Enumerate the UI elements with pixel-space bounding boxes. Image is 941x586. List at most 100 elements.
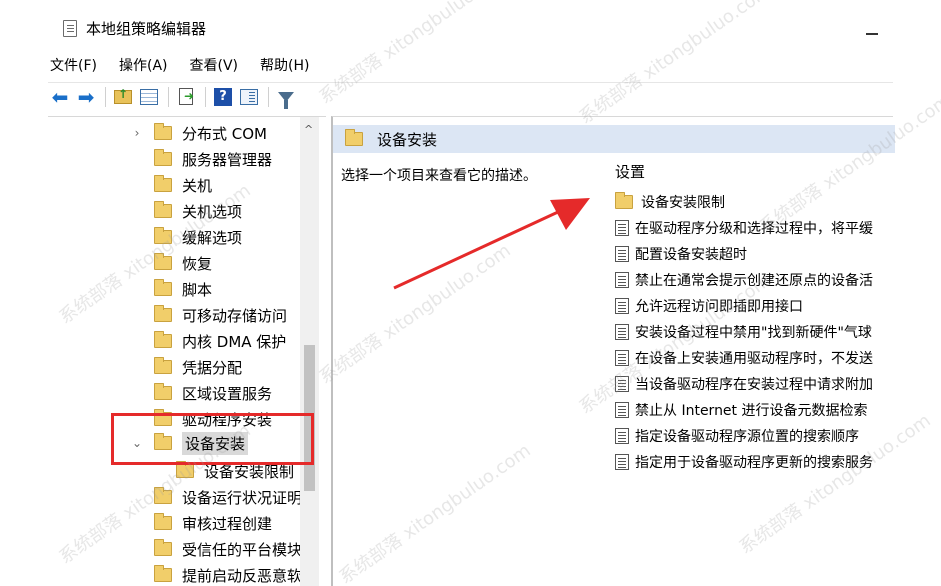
toolbar: ⬅ ➡ ? <box>48 82 893 110</box>
tree-item-mitigation-options[interactable]: 缓解选项 <box>154 224 242 250</box>
tree-item-device-health-attestation[interactable]: 设备运行状况证明 <box>154 484 302 510</box>
tree-item-label: 分布式 COM <box>182 124 267 143</box>
tree-item-scripts[interactable]: 脚本 <box>154 276 212 302</box>
setting-item[interactable]: 指定设备驱动程序源位置的搜索顺序 <box>613 423 895 449</box>
tree-item-kernel-dma-protection[interactable]: 内核 DMA 保护 <box>154 328 286 354</box>
folder-icon <box>154 513 172 530</box>
tree-item-removable-storage[interactable]: 可移动存储访问 <box>154 302 287 328</box>
folder-icon <box>154 227 172 244</box>
tree-item-label: 缓解选项 <box>182 228 243 247</box>
tree-item-label: 关机 <box>182 176 213 195</box>
tree-item-shutdown[interactable]: 关机 <box>154 172 212 198</box>
folder-icon <box>154 383 172 400</box>
annotation-arrow-shaft <box>393 210 559 290</box>
folder-icon <box>154 175 172 192</box>
details-pane: 设备安装 选择一个项目来查看它的描述。 设置 设备安装限制 在驱动程序分级和选择… <box>331 116 895 586</box>
setting-item-label: 指定用于设备驱动程序更新的搜索服务 <box>635 455 873 471</box>
settings-column-header[interactable]: 设置 <box>615 161 645 182</box>
tree-item-credentials-delegation[interactable]: 凭据分配 <box>154 354 242 380</box>
toolbar-separator <box>268 86 269 107</box>
tree-item-audit-process-creation[interactable]: 审核过程创建 <box>154 510 272 536</box>
scroll-up-arrow-icon[interactable]: ^ <box>304 123 313 136</box>
setting-item[interactable]: 允许远程访问即插即用接口 <box>613 293 895 319</box>
menu-help[interactable]: 帮助(H) <box>258 52 311 76</box>
filter-button[interactable] <box>274 85 298 109</box>
tree-item-label: 凭据分配 <box>182 358 243 377</box>
menu-view[interactable]: 查看(V) <box>188 52 241 76</box>
tree-item-server-manager[interactable]: 服务器管理器 <box>154 146 272 172</box>
menu-file[interactable]: 文件(F) <box>48 52 99 76</box>
setting-item[interactable]: 禁止从 Internet 进行设备元数据检索 <box>613 397 895 423</box>
policy-setting-icon <box>615 376 629 392</box>
toolbar-separator <box>105 86 106 107</box>
tree-item-distributed-com[interactable]: › 分布式 COM <box>130 120 267 146</box>
up-folder-icon <box>114 87 132 104</box>
extended-view-icon <box>240 88 258 105</box>
setting-item-label: 指定设备驱动程序源位置的搜索顺序 <box>635 429 859 445</box>
policy-setting-icon <box>615 402 629 418</box>
policy-setting-icon <box>615 324 629 340</box>
export-list-button[interactable] <box>174 85 198 109</box>
forward-arrow-icon: ➡ <box>77 84 95 109</box>
settings-list: 设置 设备安装限制 在驱动程序分级和选择过程中，将平缓 配置设备安装超时 禁止在… <box>613 161 895 586</box>
setting-item[interactable]: 指定用于设备驱动程序更新的搜索服务 <box>613 449 895 475</box>
tree-pane: › 分布式 COM 服务器管理器 关机 关机选项 缓解选项 恢复 脚本 可移动存… <box>48 116 326 586</box>
setting-item[interactable]: 禁止在通常会提示创建还原点的设备活 <box>613 267 895 293</box>
tree-item-label: 关机选项 <box>182 202 243 221</box>
annotation-highlight-box <box>111 413 314 465</box>
folder-icon <box>154 201 172 218</box>
tree-item-label: 区域设置服务 <box>182 384 273 403</box>
expand-chevron-icon[interactable]: › <box>130 126 144 140</box>
tree-item-label: 可移动存储访问 <box>182 306 288 325</box>
tree-item-label: 提前启动反恶意软 <box>182 566 303 585</box>
policy-setting-icon <box>615 350 629 366</box>
tree-item-label: 设备运行状况证明 <box>182 488 303 507</box>
setting-item[interactable]: 配置设备安装超时 <box>613 241 895 267</box>
setting-item-label: 禁止从 Internet 进行设备元数据检索 <box>635 403 868 419</box>
setting-item[interactable]: 设备安装限制 <box>613 189 895 215</box>
tree-scrollbar[interactable]: ^ <box>300 117 319 586</box>
up-level-button[interactable] <box>111 85 135 109</box>
show-hide-tree-icon <box>140 88 158 105</box>
setting-item-label: 禁止在通常会提示创建还原点的设备活 <box>635 273 873 289</box>
back-arrow-icon: ⬅ <box>51 84 69 109</box>
setting-item-label: 设备安装限制 <box>641 195 725 211</box>
setting-item-label: 当设备驱动程序在安装过程中请求附加 <box>635 377 873 393</box>
folder-icon <box>154 123 172 140</box>
extended-view-button[interactable] <box>237 85 261 109</box>
folder-icon <box>176 461 194 478</box>
annotation-arrow <box>393 198 590 290</box>
tree-item-label: 受信任的平台模块 <box>182 540 303 559</box>
folder-icon <box>154 305 172 322</box>
tree-item-early-launch-antimalware[interactable]: 提前启动反恶意软 <box>154 562 302 586</box>
setting-item-label: 在驱动程序分级和选择过程中，将平缓 <box>635 221 873 237</box>
folder-icon <box>154 565 172 582</box>
setting-item[interactable]: 在驱动程序分级和选择过程中，将平缓 <box>613 215 895 241</box>
tree-item-shutdown-options[interactable]: 关机选项 <box>154 198 242 224</box>
show-hide-tree-button[interactable] <box>137 85 161 109</box>
back-button[interactable]: ⬅ <box>48 85 72 109</box>
export-list-icon <box>179 88 194 105</box>
minimize-button[interactable] <box>866 33 878 35</box>
tree-item-locale-services[interactable]: 区域设置服务 <box>154 380 272 406</box>
filter-icon <box>278 91 294 109</box>
toolbar-separator <box>168 86 169 107</box>
details-header-title: 设备安装 <box>377 130 438 149</box>
tree-item-trusted-platform-module[interactable]: 受信任的平台模块 <box>154 536 302 562</box>
setting-item-label: 在设备上安装通用驱动程序时，不发送 <box>635 351 873 367</box>
tree-item-label: 服务器管理器 <box>182 150 273 169</box>
folder-icon <box>154 279 172 296</box>
setting-item-label: 安装设备过程中禁用"找到新硬件"气球 <box>635 325 872 341</box>
setting-item[interactable]: 在设备上安装通用驱动程序时，不发送 <box>613 345 895 371</box>
window-title: 本地组策略编辑器 <box>86 20 207 38</box>
setting-item[interactable]: 当设备驱动程序在安装过程中请求附加 <box>613 371 895 397</box>
setting-item[interactable]: 安装设备过程中禁用"找到新硬件"气球 <box>613 319 895 345</box>
tree-item-label: 内核 DMA 保护 <box>182 332 287 351</box>
help-button[interactable]: ? <box>211 85 235 109</box>
folder-icon <box>154 539 172 556</box>
menu-bar: 文件(F) 操作(A) 查看(V) 帮助(H) <box>48 52 311 76</box>
tree-item-recovery[interactable]: 恢复 <box>154 250 212 276</box>
folder-icon <box>154 357 172 374</box>
forward-button[interactable]: ➡ <box>74 85 98 109</box>
menu-action[interactable]: 操作(A) <box>117 52 170 76</box>
